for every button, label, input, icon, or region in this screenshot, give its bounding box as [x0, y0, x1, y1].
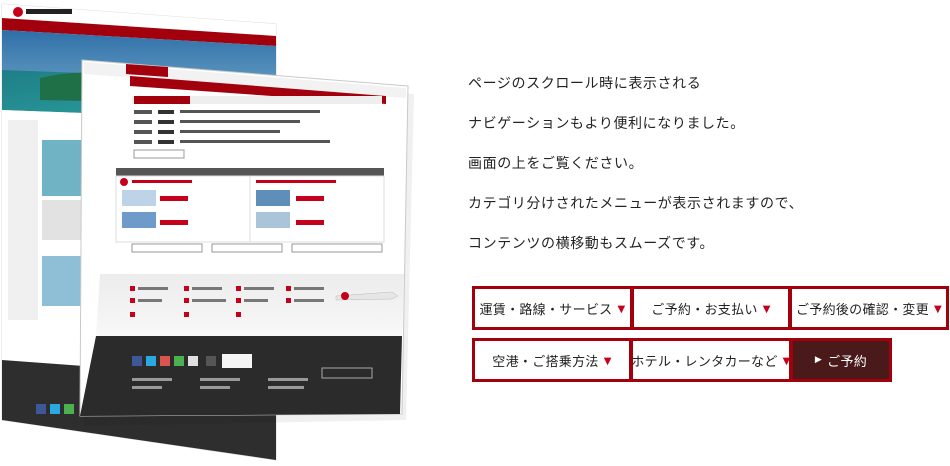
- menu-item-label: ご予約・お支払い: [651, 302, 758, 318]
- copy-line-4: カテゴリ分けされたメニューが表示されますので、: [468, 196, 804, 212]
- caret-right-icon: ▶: [814, 355, 823, 365]
- copy-line-5: コンテンツの横移動もスムーズです。: [468, 236, 715, 252]
- menu-item-reservation-payment[interactable]: ご予約・お支払い ▼: [634, 289, 788, 327]
- description-copy: ページのスクロール時に表示される ナビゲーションもより便利になりました。 画面の…: [468, 76, 938, 276]
- caret-down-icon: ▼: [782, 355, 791, 367]
- menu-item-label: ホテル・レンタカーなど: [631, 354, 778, 370]
- menu-item-hotel-car[interactable]: ホテル・レンタカーなど ▼: [631, 341, 791, 379]
- caret-down-icon: ▼: [762, 303, 771, 315]
- menu-item-label: ご予約後の確認・変更: [795, 302, 929, 318]
- reserve-button[interactable]: ▶ ご予約: [793, 341, 889, 379]
- caret-down-icon: ▼: [617, 303, 626, 315]
- menu-row-1: 運賃・路線・サービス ▼ ご予約・お支払い ▼ ご予約後の確認・変更 ▼: [472, 286, 949, 330]
- jal-site-mockup: [1, 3, 414, 461]
- front-page: [79, 59, 414, 426]
- copy-line-1: ページのスクロール時に表示される: [468, 76, 702, 92]
- reserve-button-label: ご予約: [827, 354, 868, 370]
- caret-down-icon: ▼: [603, 355, 612, 367]
- menu-row-2: 空港・ご搭乗方法 ▼ ホテル・レンタカーなど ▼ ▶ ご予約: [472, 338, 892, 382]
- menu-item-fares-routes[interactable]: 運賃・路線・サービス ▼: [475, 289, 630, 327]
- website-screenshot-illustration: [0, 0, 440, 466]
- copy-line-3: 画面の上をご覧ください。: [468, 156, 644, 172]
- menu-item-label: 空港・ご搭乗方法: [492, 354, 599, 370]
- menu-item-manage-booking[interactable]: ご予約後の確認・変更 ▼: [792, 289, 946, 327]
- menu-item-label: 運賃・路線・サービス: [479, 302, 613, 318]
- copy-line-2: ナビゲーションもより便利になりました。: [468, 116, 745, 132]
- caret-down-icon: ▼: [934, 303, 942, 315]
- menu-item-airport-boarding[interactable]: 空港・ご搭乗方法 ▼: [475, 341, 629, 379]
